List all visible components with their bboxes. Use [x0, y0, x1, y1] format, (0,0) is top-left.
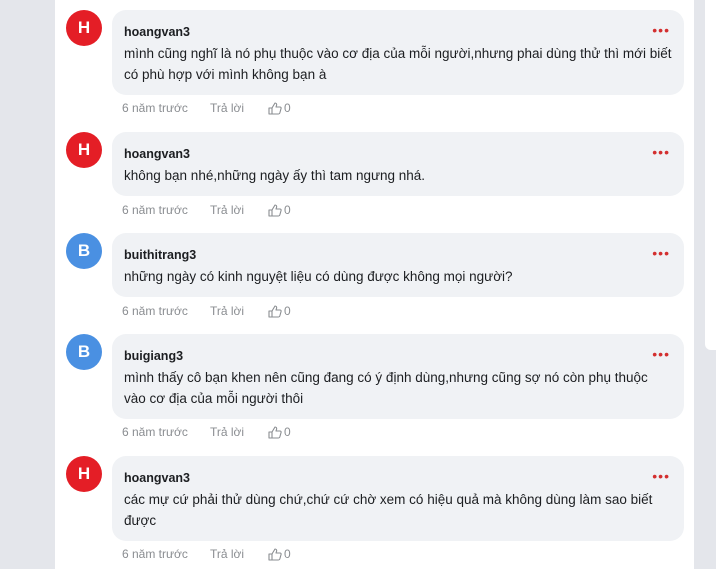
- avatar[interactable]: H: [66, 132, 102, 168]
- reply-button[interactable]: Trả lời: [210, 101, 268, 115]
- reply-button[interactable]: Trả lời: [210, 425, 268, 439]
- avatar[interactable]: B: [66, 233, 102, 269]
- comment-timestamp: 6 năm trước: [122, 101, 188, 115]
- avatar[interactable]: H: [66, 456, 102, 492]
- thumbs-up-icon: [268, 203, 282, 217]
- more-options-icon[interactable]: •••: [652, 23, 670, 37]
- comment-bubble: hoangvan3 không bạn nhé,những ngày ấy th…: [112, 132, 684, 196]
- comments-panel: H hoangvan3 mình cũng nghĩ là nó phụ thu…: [55, 0, 694, 569]
- more-options-icon[interactable]: •••: [652, 145, 670, 159]
- comment-timestamp: 6 năm trước: [122, 547, 188, 561]
- more-options-icon[interactable]: •••: [652, 246, 670, 260]
- side-panel-edge: [705, 0, 716, 350]
- reply-button[interactable]: Trả lời: [210, 203, 268, 217]
- comment-author[interactable]: buithitrang3: [124, 248, 672, 262]
- thumbs-up-icon: [268, 547, 282, 561]
- more-options-icon[interactable]: •••: [652, 469, 670, 483]
- comment-timestamp: 6 năm trước: [122, 203, 188, 217]
- comment-bubble: buithitrang3 những ngày có kinh nguyệt l…: [112, 233, 684, 297]
- like-count: 0: [284, 547, 291, 561]
- comment-text: mình cũng nghĩ là nó phụ thuộc vào cơ đị…: [124, 46, 672, 82]
- comment-text: những ngày có kinh nguyệt liệu có dùng đ…: [124, 269, 513, 284]
- comment-bubble: buigiang3 mình thấy cô bạn khen nên cũng…: [112, 334, 684, 419]
- comment-author[interactable]: hoangvan3: [124, 471, 672, 485]
- comment-author[interactable]: hoangvan3: [124, 25, 672, 39]
- like-button[interactable]: 0: [268, 304, 291, 318]
- comment-actions: 6 năm trước Trả lời 0: [122, 203, 291, 217]
- reply-button[interactable]: Trả lời: [210, 547, 268, 561]
- comment-text: mình thấy cô bạn khen nên cũng đang có ý…: [124, 370, 648, 406]
- like-button[interactable]: 0: [268, 101, 291, 115]
- comment-bubble: hoangvan3 các mự cứ phải thử dùng chứ,ch…: [112, 456, 684, 541]
- comment-actions: 6 năm trước Trả lời 0: [122, 425, 291, 439]
- comment-text: không bạn nhé,những ngày ấy thì tam ngưn…: [124, 168, 426, 183]
- comment-author[interactable]: buigiang3: [124, 349, 672, 363]
- like-count: 0: [284, 203, 291, 217]
- like-count: 0: [284, 304, 291, 318]
- thumbs-up-icon: [268, 304, 282, 318]
- comment-author[interactable]: hoangvan3: [124, 147, 672, 161]
- comment-actions: 6 năm trước Trả lời 0: [122, 101, 291, 115]
- comment-timestamp: 6 năm trước: [122, 425, 188, 439]
- like-count: 0: [284, 101, 291, 115]
- avatar[interactable]: B: [66, 334, 102, 370]
- thumbs-up-icon: [268, 425, 282, 439]
- avatar[interactable]: H: [66, 10, 102, 46]
- like-button[interactable]: 0: [268, 425, 291, 439]
- comment-actions: 6 năm trước Trả lời 0: [122, 547, 291, 561]
- comment-timestamp: 6 năm trước: [122, 304, 188, 318]
- thumbs-up-icon: [268, 101, 282, 115]
- comment-bubble: hoangvan3 mình cũng nghĩ là nó phụ thuộc…: [112, 10, 684, 95]
- more-options-icon[interactable]: •••: [652, 347, 670, 361]
- like-count: 0: [284, 425, 291, 439]
- comment-actions: 6 năm trước Trả lời 0: [122, 304, 291, 318]
- reply-button[interactable]: Trả lời: [210, 304, 268, 318]
- like-button[interactable]: 0: [268, 547, 291, 561]
- like-button[interactable]: 0: [268, 203, 291, 217]
- comment-text: các mự cứ phải thử dùng chứ,chứ cứ chờ x…: [124, 492, 653, 528]
